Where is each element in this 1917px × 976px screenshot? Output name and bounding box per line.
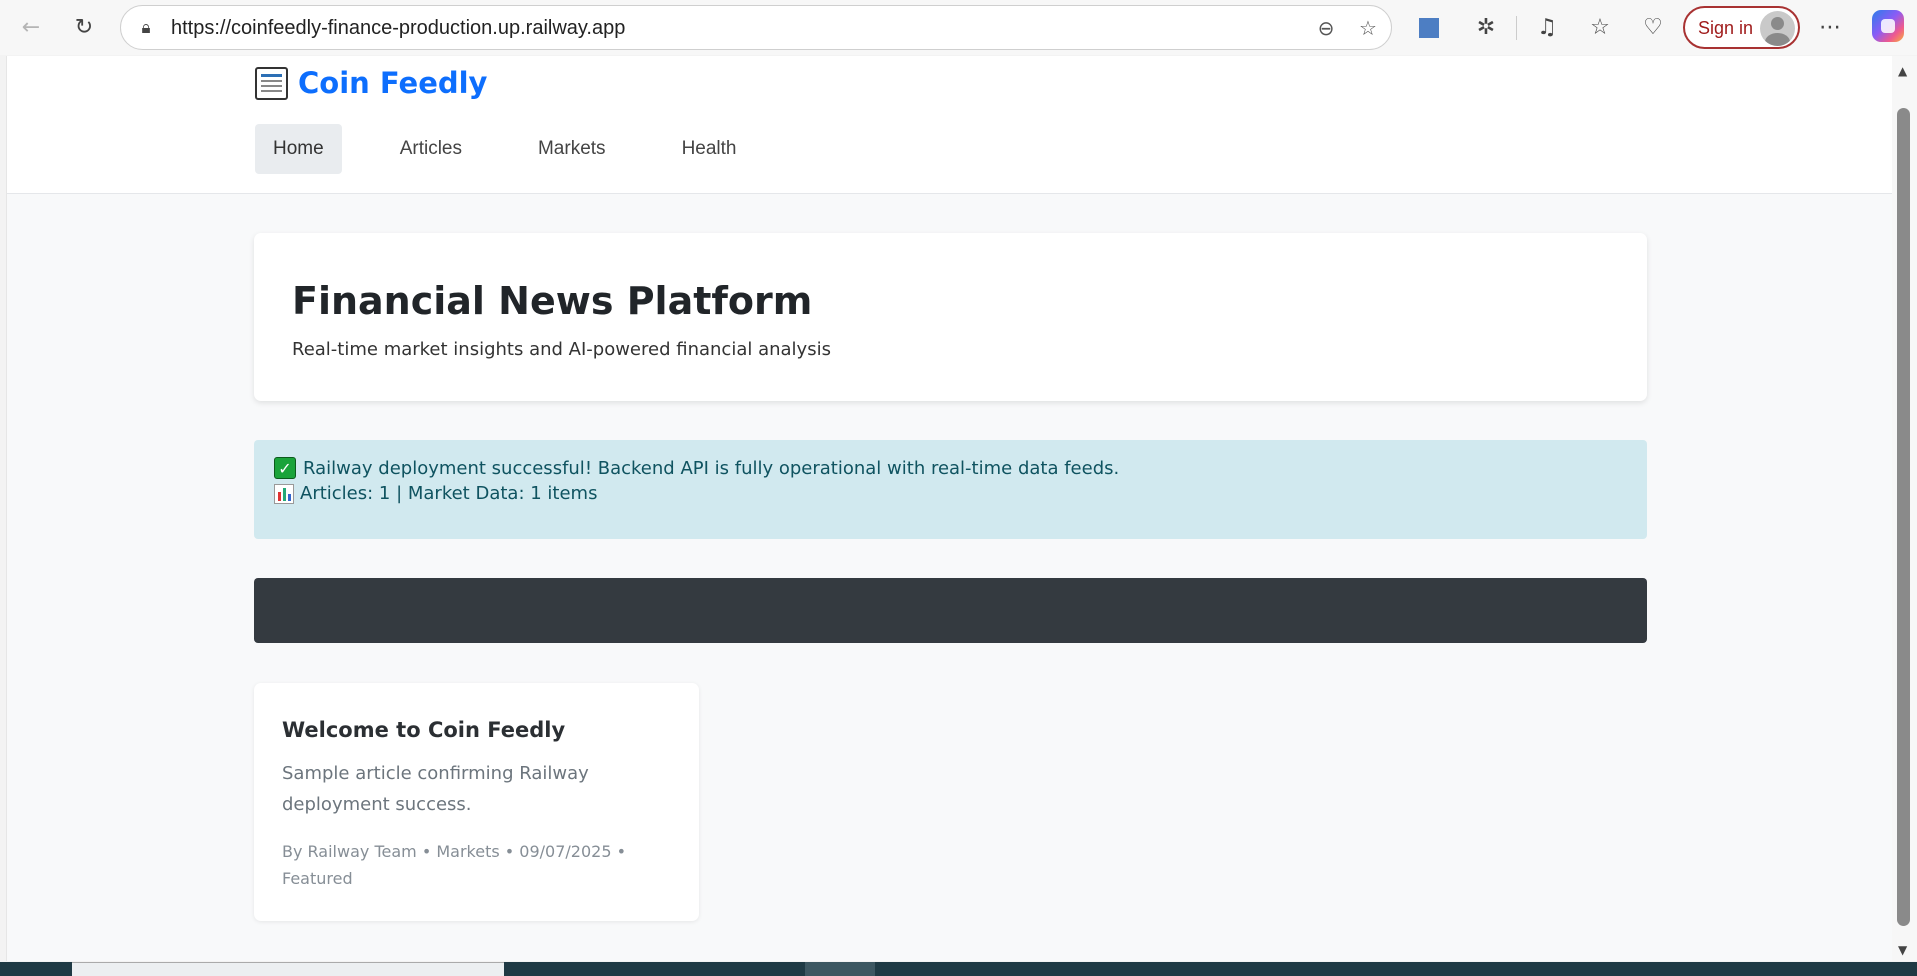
copilot-icon[interactable] <box>1872 10 1904 42</box>
alert-line-deployment: ✓ Railway deployment successful! Backend… <box>274 457 1119 479</box>
media-icon[interactable]: ♫ <box>1528 8 1566 46</box>
alert-line-stats: Articles: 1 | Market Data: 1 items <box>274 483 597 504</box>
back-icon[interactable]: ← <box>12 8 50 46</box>
page-viewport: Coin Feedly Home Articles Markets Health… <box>6 56 1892 961</box>
hero-card: Financial News Platform Real-time market… <box>254 233 1647 401</box>
status-alert: ✓ Railway deployment successful! Backend… <box>254 440 1647 539</box>
brand-name: Coin Feedly <box>298 66 488 100</box>
favorites-icon[interactable]: ☆ <box>1581 8 1619 46</box>
check-icon: ✓ <box>274 457 296 479</box>
extension-icon[interactable] <box>1419 18 1439 38</box>
sign-in-label: Sign in <box>1698 18 1754 38</box>
taskbar-button[interactable] <box>805 962 875 976</box>
nav-item-markets[interactable]: Markets <box>520 124 624 174</box>
favorite-star-icon[interactable]: ☆ <box>1353 13 1383 43</box>
bar-chart-icon <box>274 483 294 504</box>
health-icon[interactable]: ♡ <box>1634 8 1672 46</box>
site-header: Coin Feedly Home Articles Markets Health <box>7 56 1892 194</box>
browser-toolbar: ← ↻ 🔒︎ https://coinfeedly-finance-produc… <box>0 0 1917 55</box>
nav-item-label: Markets <box>537 138 606 159</box>
nav-item-label: Articles <box>399 138 462 159</box>
article-meta: By Railway Team • Markets • 09/07/2025 •… <box>282 842 627 888</box>
address-bar[interactable]: 🔒︎ https://coinfeedly-finance-production… <box>120 5 1392 50</box>
alert-text-stats: Articles: 1 | Market Data: 1 items <box>300 483 598 504</box>
more-icon[interactable]: ⋯ <box>1811 8 1849 46</box>
article-excerpt: Sample article confirming Railway deploy… <box>282 763 589 815</box>
article-title[interactable]: Welcome to Coin Feedly <box>282 718 565 742</box>
newspaper-icon <box>255 66 288 100</box>
nav-item-health[interactable]: Health <box>664 124 755 174</box>
page-title: Financial News Platform <box>292 279 813 323</box>
nav-item-articles[interactable]: Articles <box>382 124 480 174</box>
main-nav: Home Articles Markets Health <box>255 124 794 174</box>
page-subtitle: Real-time market insights and AI-powered… <box>292 339 831 360</box>
vertical-scrollbar[interactable]: ▲ ▼ <box>1892 56 1917 961</box>
article-card[interactable]: Welcome to Coin Feedly Sample article co… <box>254 683 699 921</box>
puzzle-icon[interactable]: ✲ <box>1467 8 1505 46</box>
nav-item-label: Health <box>681 138 737 159</box>
dark-banner <box>254 578 1647 643</box>
scroll-up-arrow-icon[interactable]: ▲ <box>1898 64 1907 78</box>
sign-in-button[interactable]: Sign in <box>1683 6 1800 49</box>
nav-item-home[interactable]: Home <box>255 124 342 174</box>
toolbar-divider <box>1516 16 1517 40</box>
brand-link[interactable]: Coin Feedly <box>255 66 487 100</box>
taskbar-window-preview[interactable] <box>72 962 504 976</box>
scroll-down-arrow-icon[interactable]: ▼ <box>1898 943 1907 957</box>
nav-item-label: Home <box>273 138 324 159</box>
lock-icon[interactable]: 🔒︎ <box>131 13 161 43</box>
alert-text-deployment: Railway deployment successful! Backend A… <box>303 457 1120 479</box>
refresh-icon[interactable]: ↻ <box>65 8 103 46</box>
url-text[interactable]: https://coinfeedly-finance-production.up… <box>171 17 625 40</box>
zoom-out-icon[interactable]: ⊖ <box>1311 13 1341 43</box>
avatar <box>1760 11 1795 46</box>
scrollbar-thumb[interactable] <box>1897 108 1910 926</box>
